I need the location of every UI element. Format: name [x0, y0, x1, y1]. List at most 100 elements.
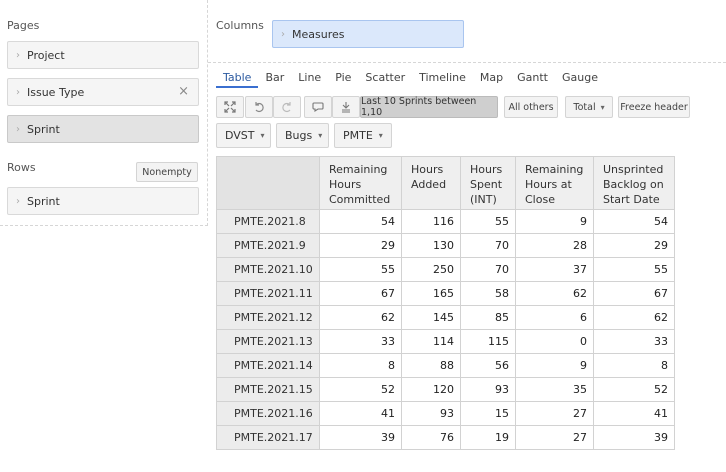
- close-icon[interactable]: ×: [178, 85, 189, 98]
- chevron-right-icon: ›: [16, 49, 20, 61]
- table-cell[interactable]: 55: [593, 257, 675, 282]
- row-header[interactable]: PMTE.2021.11: [216, 281, 320, 306]
- table-cell[interactable]: 115: [460, 329, 516, 354]
- table-cell[interactable]: 70: [460, 257, 516, 282]
- total-dropdown[interactable]: Total ▾: [565, 96, 613, 118]
- table-cell[interactable]: 67: [593, 281, 675, 306]
- row-header[interactable]: PMTE.2021.9: [216, 233, 320, 258]
- table-cell[interactable]: 62: [515, 281, 594, 306]
- table-cell[interactable]: 62: [593, 305, 675, 330]
- column-dimension-measures[interactable]: › Measures: [272, 20, 464, 48]
- table-cell[interactable]: 67: [319, 281, 402, 306]
- page-dimension-project[interactable]: › Project: [7, 41, 199, 69]
- table-cell[interactable]: 33: [593, 329, 675, 354]
- column-header[interactable]: Unsprinted Backlog on Start Date: [593, 156, 675, 210]
- table-cell[interactable]: 8: [593, 353, 675, 378]
- table-cell[interactable]: 114: [401, 329, 461, 354]
- table-cell[interactable]: 6: [515, 305, 594, 330]
- table-cell[interactable]: 54: [593, 209, 675, 234]
- column-header[interactable]: Hours Spent (INT): [460, 156, 516, 210]
- table-cell[interactable]: 85: [460, 305, 516, 330]
- table-cell[interactable]: 58: [460, 281, 516, 306]
- undo-button[interactable]: [245, 96, 273, 118]
- row-header[interactable]: PMTE.2021.14: [216, 353, 320, 378]
- table-cell[interactable]: 145: [401, 305, 461, 330]
- tab-gauge[interactable]: Gauge: [555, 70, 605, 88]
- table-cell[interactable]: 28: [515, 233, 594, 258]
- last-sprints-button[interactable]: Last 10 Sprints between 1,10: [360, 96, 498, 118]
- tab-map[interactable]: Map: [473, 70, 510, 88]
- table-cell[interactable]: 27: [515, 401, 594, 426]
- table-cell[interactable]: 8: [319, 353, 402, 378]
- redo-button[interactable]: [273, 96, 301, 118]
- table-cell[interactable]: 116: [401, 209, 461, 234]
- tab-timeline[interactable]: Timeline: [412, 70, 473, 88]
- table-row: PMTE.2021.9 29 130 70 28 29: [216, 233, 675, 258]
- row-header[interactable]: PMTE.2021.10: [216, 257, 320, 282]
- row-dimension-sprint[interactable]: › Sprint: [7, 187, 199, 215]
- table-cell[interactable]: 165: [401, 281, 461, 306]
- filter-bugs[interactable]: Bugs ▾: [276, 123, 329, 148]
- table-cell[interactable]: 9: [515, 209, 594, 234]
- table-cell[interactable]: 29: [593, 233, 675, 258]
- column-header[interactable]: Remaining Hours at Close: [515, 156, 594, 210]
- chevron-down-icon: ▾: [600, 102, 605, 112]
- table-row: PMTE.2021.8 54 116 55 9 54: [216, 209, 675, 234]
- table-cell[interactable]: 15: [460, 401, 516, 426]
- chevron-right-icon: ›: [16, 86, 20, 98]
- filter-dvst[interactable]: DVST ▾: [216, 123, 271, 148]
- row-header[interactable]: PMTE.2021.8: [216, 209, 320, 234]
- redo-icon: [282, 102, 291, 113]
- column-header[interactable]: Remaining Hours Committed: [319, 156, 402, 210]
- table-cell[interactable]: 70: [460, 233, 516, 258]
- table-cell[interactable]: 9: [515, 353, 594, 378]
- table-cell[interactable]: 88: [401, 353, 461, 378]
- table-cell[interactable]: 19: [460, 425, 516, 450]
- row-header[interactable]: PMTE.2021.13: [216, 329, 320, 354]
- nonempty-button[interactable]: Nonempty: [136, 162, 198, 182]
- table-cell[interactable]: 39: [319, 425, 402, 450]
- table-cell[interactable]: 56: [460, 353, 516, 378]
- tab-pie[interactable]: Pie: [328, 70, 358, 88]
- table-cell[interactable]: 27: [515, 425, 594, 450]
- comment-button[interactable]: [304, 96, 332, 118]
- row-header[interactable]: PMTE.2021.16: [216, 401, 320, 426]
- table-cell[interactable]: 62: [319, 305, 402, 330]
- row-header[interactable]: PMTE.2021.15: [216, 377, 320, 402]
- table-cell[interactable]: 41: [593, 401, 675, 426]
- page-dimension-sprint[interactable]: › Sprint: [7, 115, 199, 143]
- row-header[interactable]: PMTE.2021.12: [216, 305, 320, 330]
- tab-table[interactable]: Table: [216, 70, 259, 88]
- tab-gantt[interactable]: Gantt: [510, 70, 555, 88]
- dimension-label: Issue Type: [27, 85, 85, 99]
- table-cell[interactable]: 130: [401, 233, 461, 258]
- export-button[interactable]: [332, 96, 360, 118]
- table-cell[interactable]: 39: [593, 425, 675, 450]
- table-cell[interactable]: 120: [401, 377, 461, 402]
- expand-button[interactable]: [216, 96, 244, 118]
- table-cell[interactable]: 37: [515, 257, 594, 282]
- table-cell[interactable]: 250: [401, 257, 461, 282]
- tab-scatter[interactable]: Scatter: [358, 70, 412, 88]
- table-cell[interactable]: 29: [319, 233, 402, 258]
- table-cell[interactable]: 93: [460, 377, 516, 402]
- table-cell[interactable]: 41: [319, 401, 402, 426]
- table-cell[interactable]: 93: [401, 401, 461, 426]
- table-cell[interactable]: 33: [319, 329, 402, 354]
- table-cell[interactable]: 52: [593, 377, 675, 402]
- table-cell[interactable]: 0: [515, 329, 594, 354]
- column-header[interactable]: Hours Added: [401, 156, 461, 210]
- table-cell[interactable]: 55: [319, 257, 402, 282]
- tab-bar[interactable]: Bar: [258, 70, 291, 88]
- filter-pmte[interactable]: PMTE ▾: [334, 123, 392, 148]
- freeze-header-button[interactable]: Freeze header: [618, 96, 690, 118]
- table-cell[interactable]: 76: [401, 425, 461, 450]
- tab-line[interactable]: Line: [291, 70, 328, 88]
- table-cell[interactable]: 52: [319, 377, 402, 402]
- page-dimension-issue-type[interactable]: › Issue Type ×: [7, 78, 199, 106]
- table-cell[interactable]: 35: [515, 377, 594, 402]
- table-cell[interactable]: 54: [319, 209, 402, 234]
- table-cell[interactable]: 55: [460, 209, 516, 234]
- row-header[interactable]: PMTE.2021.17: [216, 425, 320, 450]
- all-others-button[interactable]: All others: [504, 96, 558, 118]
